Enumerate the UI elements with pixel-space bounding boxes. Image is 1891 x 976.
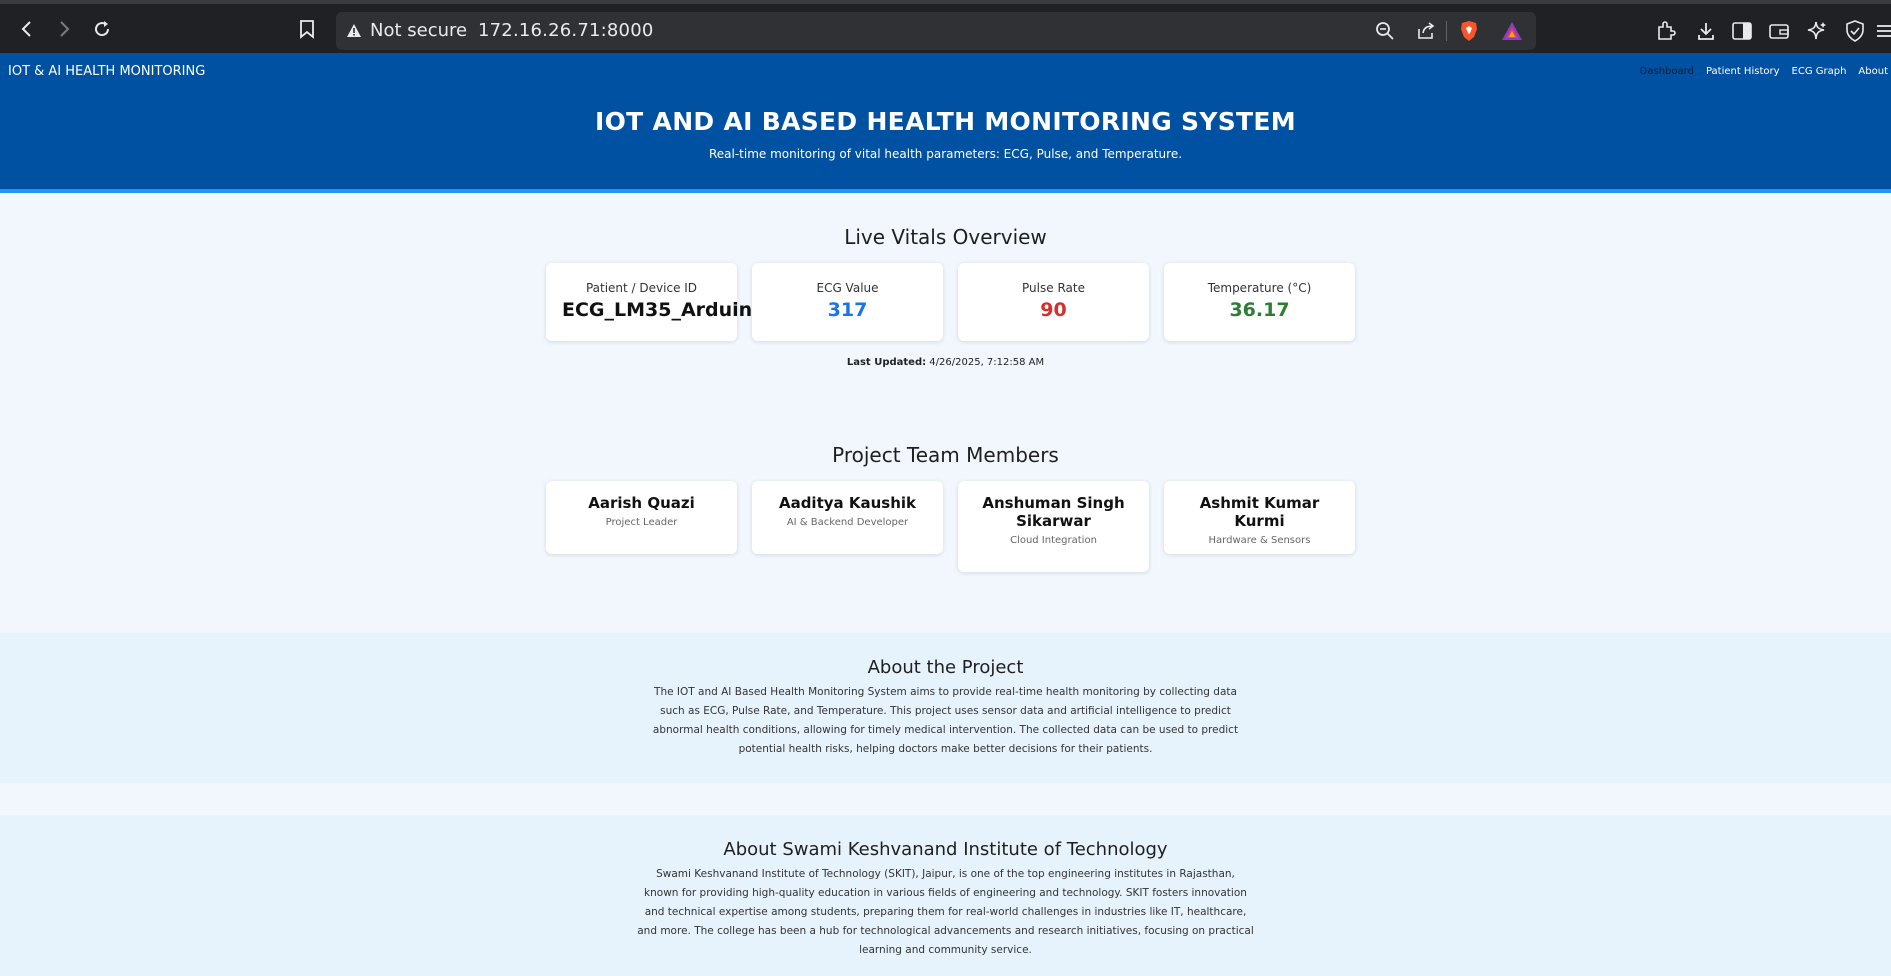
about-institute-line: and technical expertise among students, …	[644, 906, 1247, 918]
address-bar[interactable]: Not secure 172.16.26.71:8000	[336, 12, 1536, 50]
about-institute-line: and more. The college has been a hub for…	[637, 925, 1254, 937]
member-role: Cloud Integration	[1010, 535, 1097, 546]
team-heading: Project Team Members	[832, 443, 1059, 467]
last-updated-label: Last Updated:	[846, 357, 927, 368]
vitals-heading: Live Vitals Overview	[844, 225, 1047, 249]
pulse-card: Pulse Rate 90	[958, 263, 1149, 341]
about-institute-line: Swami Keshvanand Institute of Technology…	[656, 868, 1235, 880]
temperature-value: 36.17	[1229, 299, 1290, 321]
about-project-line: such as ECG, Pulse Rate, and Temperature…	[660, 705, 1231, 717]
device-id-label: Patient / Device ID	[585, 281, 698, 295]
ecg-label: ECG Value	[816, 281, 879, 295]
about-institute-heading: About Swami Keshvanand Institute of Tech…	[723, 839, 1168, 860]
site-header: IOT & AI HEALTH MONITORING Dashboard Pat…	[0, 53, 1891, 193]
member-name: Ashmit Kumar Kurmi	[1199, 494, 1320, 530]
browser-toolbar: Not secure 172.16.26.71:8000	[0, 0, 1891, 53]
device-id-value: ECG_LM35_Arduino2	[562, 299, 779, 321]
download-icon[interactable]	[1692, 17, 1720, 45]
nav-ecg-graph[interactable]: ECG Graph	[1792, 66, 1847, 77]
about-institute-text: Swami Keshvanand Institute of Technology…	[0, 865, 1891, 960]
security-label[interactable]: Not secure	[370, 20, 467, 41]
leo-ai-icon[interactable]	[1803, 17, 1831, 45]
last-updated: Last Updated: 4/26/2025, 7:12:58 AM	[0, 357, 1891, 368]
pulse-value: 90	[1040, 299, 1067, 321]
about-project-line: The IOT and AI Based Health Monitoring S…	[654, 686, 1237, 698]
extensions-icon[interactable]	[1652, 17, 1680, 45]
member-role: Project Leader	[605, 517, 678, 528]
navbar-links: Dashboard Patient History ECG Graph Abou…	[1640, 66, 1888, 77]
last-updated-value: 4/26/2025, 7:12:58 AM	[929, 357, 1045, 368]
team-member-card: Anshuman Singh Sikarwar Cloud Integratio…	[958, 481, 1149, 572]
forward-icon[interactable]	[49, 14, 79, 44]
about-project-line: potential health risks, helping doctors …	[738, 743, 1153, 755]
about-institute-line: learning and community service.	[859, 944, 1032, 956]
about-project-line: abnormal health conditions, allowing for…	[652, 724, 1239, 736]
ecg-card: ECG Value 317	[752, 263, 943, 341]
omnibox-divider	[1446, 21, 1447, 41]
member-name: Aaditya Kaushik	[778, 494, 917, 512]
nav-patient-history[interactable]: Patient History	[1706, 66, 1780, 77]
hero-subtitle: Real-time monitoring of vital health par…	[708, 147, 1183, 161]
about-institute-line: known for providing high-quality educati…	[644, 887, 1247, 899]
back-icon[interactable]	[12, 14, 42, 44]
zoom-icon[interactable]	[1371, 17, 1399, 45]
temperature-label: Temperature (°C)	[1207, 281, 1312, 295]
member-role: AI & Backend Developer	[786, 517, 909, 528]
wallet-icon[interactable]	[1765, 17, 1793, 45]
vpn-icon[interactable]	[1841, 17, 1869, 45]
team-member-card: Aaditya Kaushik AI & Backend Developer	[752, 481, 943, 554]
hero-title: IOT AND AI BASED HEALTH MONITORING SYSTE…	[595, 107, 1296, 136]
share-icon[interactable]	[1412, 17, 1440, 45]
team-member-card: Aarish Quazi Project Leader	[546, 481, 737, 554]
brave-shield-icon[interactable]	[1455, 17, 1483, 45]
reload-icon[interactable]	[87, 14, 117, 44]
about-project-heading: About the Project	[867, 657, 1024, 678]
nav-dashboard[interactable]: Dashboard	[1640, 66, 1694, 77]
nav-about[interactable]: About	[1858, 66, 1888, 77]
pulse-label: Pulse Rate	[1022, 281, 1085, 295]
brand-link[interactable]: IOT & AI HEALTH MONITORING	[8, 64, 205, 79]
warning-icon[interactable]	[346, 23, 362, 38]
about-project-text: The IOT and AI Based Health Monitoring S…	[0, 683, 1891, 759]
sidebar-icon[interactable]	[1728, 17, 1756, 45]
member-name: Anshuman Singh Sikarwar	[982, 494, 1125, 530]
device-id-card: Patient / Device ID ECG_LM35_Arduino2	[546, 263, 779, 341]
menu-icon[interactable]	[1875, 17, 1891, 45]
temperature-card: Temperature (°C) 36.17	[1164, 263, 1355, 341]
member-name: Aarish Quazi	[588, 494, 695, 512]
team-member-card: Ashmit Kumar Kurmi Hardware & Sensors	[1164, 481, 1355, 554]
bookmark-icon[interactable]	[292, 14, 322, 44]
member-role: Hardware & Sensors	[1208, 535, 1311, 546]
ecg-value: 317	[827, 299, 868, 321]
rewards-icon[interactable]	[1498, 17, 1526, 45]
url-text[interactable]: 172.16.26.71:8000	[478, 20, 654, 41]
